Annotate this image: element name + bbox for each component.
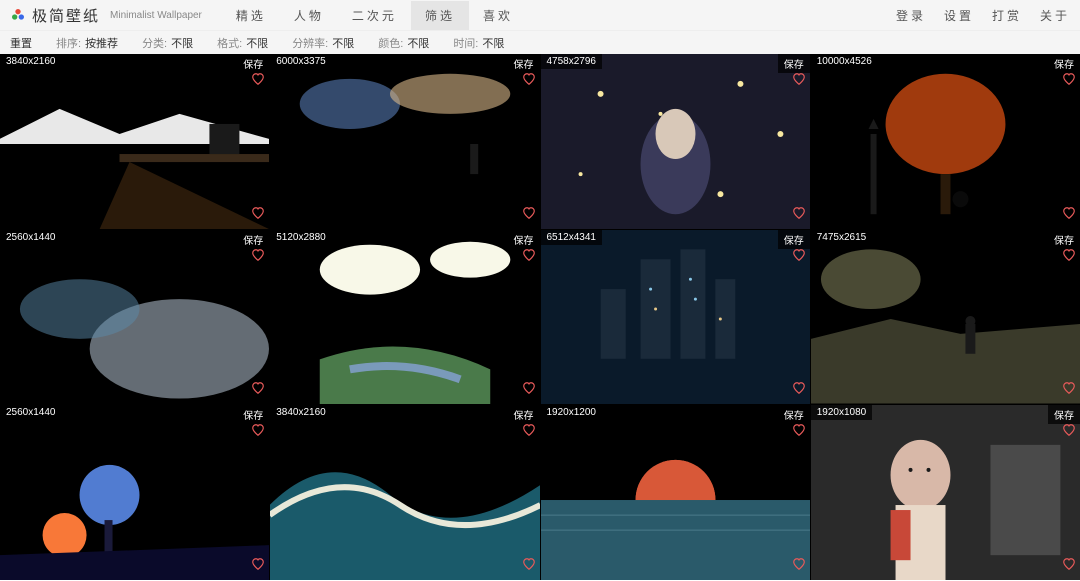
resolution-badge: 5120x2880	[270, 230, 332, 245]
save-button[interactable]: 保存	[778, 230, 810, 249]
save-button[interactable]: 保存	[237, 230, 269, 249]
header-right-links: 登录 设置 打赏 关于	[896, 7, 1070, 24]
filter-item-3[interactable]: 格式:不限	[217, 35, 268, 51]
wallpaper-thumb	[541, 54, 810, 229]
wallpaper-thumb	[0, 54, 269, 229]
wallpaper-cell[interactable]: 2560x1440 保存	[0, 405, 269, 580]
save-button[interactable]: 保存	[237, 54, 269, 73]
heart-icon[interactable]	[792, 423, 806, 442]
filter-item-0[interactable]: 重置	[10, 35, 32, 51]
wallpaper-grid: 3840x2160保存6000x3375保存4758x2796保存10000x4…	[0, 54, 1080, 580]
resolution-badge: 1920x1200	[541, 405, 603, 420]
heart-icon[interactable]	[1062, 381, 1076, 400]
resolution-badge: 1920x1080	[811, 405, 873, 420]
heart-icon[interactable]	[251, 381, 265, 400]
wallpaper-thumb	[270, 405, 539, 580]
nav-tab-3[interactable]: 筛选	[411, 1, 469, 30]
heart-icon[interactable]	[792, 557, 806, 576]
nav-tab-4[interactable]: 喜欢	[469, 1, 527, 30]
heart-icon[interactable]	[251, 248, 265, 267]
save-button[interactable]: 保存	[778, 405, 810, 424]
wallpaper-cell[interactable]: 4758x2796 保存	[541, 54, 810, 229]
heart-icon[interactable]	[1062, 206, 1076, 225]
heart-icon[interactable]	[522, 248, 536, 267]
heart-icon[interactable]	[522, 206, 536, 225]
heart-icon[interactable]	[522, 72, 536, 91]
heart-icon[interactable]	[1062, 248, 1076, 267]
nav-tab-2[interactable]: 二次元	[338, 1, 411, 30]
wallpaper-cell[interactable]: 6000x3375 保存	[270, 54, 539, 229]
filter-item-6[interactable]: 时间:不限	[453, 35, 504, 51]
site-subtitle: Minimalist Wallpaper	[110, 10, 202, 21]
header-link-2[interactable]: 打赏	[992, 7, 1022, 24]
heart-icon[interactable]	[251, 72, 265, 91]
heart-icon[interactable]	[522, 381, 536, 400]
heart-icon[interactable]	[522, 423, 536, 442]
heart-icon[interactable]	[792, 206, 806, 225]
header-link-0[interactable]: 登录	[896, 7, 926, 24]
save-button[interactable]: 保存	[1048, 405, 1080, 424]
logo-icon	[10, 7, 26, 23]
heart-icon[interactable]	[1062, 72, 1076, 91]
save-button[interactable]: 保存	[508, 230, 540, 249]
nav-tabs: 精选人物二次元筛选喜欢	[222, 1, 527, 30]
nav-tab-0[interactable]: 精选	[222, 1, 280, 30]
wallpaper-cell[interactable]: 7475x2615 保存	[811, 230, 1080, 405]
filter-item-2[interactable]: 分类:不限	[142, 35, 193, 51]
nav-tab-1[interactable]: 人物	[280, 1, 338, 30]
heart-icon[interactable]	[251, 206, 265, 225]
filter-item-1[interactable]: 排序:按推荐	[56, 35, 118, 51]
wallpaper-thumb	[270, 54, 539, 229]
wallpaper-cell[interactable]: 3840x2160 保存	[270, 405, 539, 580]
wallpaper-thumb	[811, 54, 1080, 229]
wallpaper-thumb	[541, 405, 810, 580]
wallpaper-cell[interactable]: 1920x1200 保存	[541, 405, 810, 580]
wallpaper-thumb	[0, 405, 269, 580]
wallpaper-cell[interactable]: 5120x2880 保存	[270, 230, 539, 405]
heart-icon[interactable]	[251, 423, 265, 442]
heart-icon[interactable]	[792, 381, 806, 400]
wallpaper-cell[interactable]: 3840x2160 保存	[0, 54, 269, 229]
save-button[interactable]: 保存	[508, 54, 540, 73]
heart-icon[interactable]	[1062, 557, 1076, 576]
resolution-badge: 6000x3375	[270, 54, 332, 69]
resolution-badge: 2560x1440	[0, 230, 62, 245]
resolution-badge: 2560x1440	[0, 405, 62, 420]
wallpaper-cell[interactable]: 1920x1080 保存	[811, 405, 1080, 580]
save-button[interactable]: 保存	[1048, 230, 1080, 249]
wallpaper-thumb	[811, 405, 1080, 580]
resolution-badge: 3840x2160	[270, 405, 332, 420]
site-title: 极简壁纸	[32, 5, 100, 26]
wallpaper-cell[interactable]: 6512x4341 保存	[541, 230, 810, 405]
resolution-badge: 10000x4526	[811, 54, 878, 69]
header-bar: 极简壁纸 Minimalist Wallpaper 精选人物二次元筛选喜欢 登录…	[0, 0, 1080, 30]
header-link-3[interactable]: 关于	[1040, 7, 1070, 24]
heart-icon[interactable]	[1062, 423, 1076, 442]
heart-icon[interactable]	[522, 557, 536, 576]
wallpaper-thumb	[0, 230, 269, 405]
wallpaper-thumb	[811, 230, 1080, 405]
logo-area[interactable]: 极简壁纸 Minimalist Wallpaper	[10, 5, 202, 26]
resolution-badge: 7475x2615	[811, 230, 873, 245]
header-link-1[interactable]: 设置	[944, 7, 974, 24]
wallpaper-thumb	[270, 230, 539, 405]
resolution-badge: 4758x2796	[541, 54, 603, 69]
resolution-badge: 3840x2160	[0, 54, 62, 69]
save-button[interactable]: 保存	[508, 405, 540, 424]
resolution-badge: 6512x4341	[541, 230, 603, 245]
heart-icon[interactable]	[792, 72, 806, 91]
filter-item-5[interactable]: 颜色:不限	[378, 35, 429, 51]
filter-bar: 重置 排序:按推荐 分类:不限 格式:不限 分辨率:不限 颜色:不限 时间:不限	[0, 30, 1080, 54]
save-button[interactable]: 保存	[237, 405, 269, 424]
heart-icon[interactable]	[792, 248, 806, 267]
filter-item-4[interactable]: 分辨率:不限	[292, 35, 354, 51]
wallpaper-thumb	[541, 230, 810, 405]
wallpaper-cell[interactable]: 10000x4526 保存	[811, 54, 1080, 229]
save-button[interactable]: 保存	[778, 54, 810, 73]
heart-icon[interactable]	[251, 557, 265, 576]
wallpaper-cell[interactable]: 2560x1440 保存	[0, 230, 269, 405]
save-button[interactable]: 保存	[1048, 54, 1080, 73]
